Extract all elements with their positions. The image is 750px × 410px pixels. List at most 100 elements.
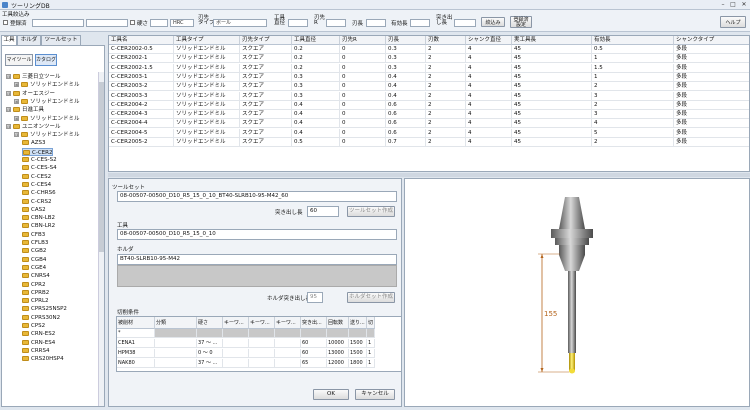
table-cell[interactable]: 0 xyxy=(340,82,386,92)
table-cell[interactable]: ソリッドエンドミル xyxy=(174,128,240,138)
holder-overhang-field[interactable]: 95 xyxy=(307,292,323,303)
table-cell[interactable]: ソリッドエンドミル xyxy=(174,82,240,92)
create-toolset-button[interactable]: ツールセット作成 xyxy=(347,206,395,217)
tree-node[interactable]: C-CES4 xyxy=(22,181,51,189)
expand-icon[interactable]: ⊞ xyxy=(14,115,19,121)
table-cell[interactable]: 0 xyxy=(340,119,386,129)
tree-node[interactable]: ⊞ ソリッドエンドミル xyxy=(14,81,80,89)
table-cell[interactable]: 45 xyxy=(512,110,592,120)
tree-node[interactable]: CFLB3 xyxy=(22,239,48,247)
tip-r-input[interactable] xyxy=(326,19,346,27)
table-cell[interactable]: 0.2 xyxy=(292,45,340,54)
table-cell[interactable]: スクエア xyxy=(240,119,292,129)
tree-node[interactable]: AZS3 xyxy=(22,139,46,147)
table-cell[interactable]: C-CER2003-2 xyxy=(109,82,174,92)
table-cell[interactable]: 0.4 xyxy=(292,100,340,110)
table-cell[interactable]: 0.5 xyxy=(292,138,340,147)
table-cell[interactable]: 3 xyxy=(592,110,674,120)
tree-node[interactable]: CPS2 xyxy=(22,322,45,330)
cut-table-cell[interactable] xyxy=(349,329,367,338)
column-header[interactable]: 有効長 xyxy=(592,36,674,45)
hardness-checkbox[interactable] xyxy=(130,20,135,25)
table-cell[interactable]: 2 xyxy=(426,54,466,64)
table-cell[interactable]: 0.3 xyxy=(386,54,426,64)
table-cell[interactable]: 2 xyxy=(426,45,466,54)
table-cell[interactable]: 0.3 xyxy=(292,91,340,101)
cut-table-cell[interactable]: 10000 xyxy=(327,339,349,348)
table-cell[interactable]: C-CER2005-2 xyxy=(109,138,174,147)
table-cell[interactable]: 2 xyxy=(426,119,466,129)
column-header[interactable]: 実工具長 xyxy=(512,36,592,45)
table-cell[interactable]: 1.5 xyxy=(592,63,674,73)
cut-table-cell[interactable] xyxy=(327,329,349,338)
table-cell[interactable]: C-CER2002-1.5 xyxy=(109,63,174,73)
my-tools-button[interactable]: マイツール xyxy=(5,54,33,66)
registered-select[interactable] xyxy=(32,19,84,27)
tree-node[interactable]: C-CES-S4 xyxy=(22,164,57,172)
table-cell[interactable]: C-CER2002-1 xyxy=(109,54,174,64)
tree-node[interactable]: CPRS25NSP2 xyxy=(22,305,67,313)
table-cell[interactable]: 4 xyxy=(466,138,512,147)
cut-table-cell[interactable] xyxy=(301,329,327,338)
table-cell[interactable]: 多段 xyxy=(674,129,749,138)
tree-node[interactable]: CGB4 xyxy=(22,256,46,264)
table-cell[interactable]: 0.3 xyxy=(386,45,426,54)
table-cell[interactable]: C-CER2004-4 xyxy=(109,119,174,129)
cut-table-cell[interactable] xyxy=(249,329,275,338)
table-cell[interactable]: 2 xyxy=(426,100,466,110)
cut-table-cell[interactable] xyxy=(249,339,275,348)
table-cell[interactable]: 2 xyxy=(592,100,674,110)
cut-table-cell[interactable]: 12000 xyxy=(327,359,349,368)
table-cell[interactable]: 4 xyxy=(592,119,674,129)
table-cell[interactable]: 45 xyxy=(512,128,592,138)
cut-table-cell[interactable]: 37 ～ ... xyxy=(197,339,223,348)
table-cell[interactable]: 多段 xyxy=(674,101,749,110)
tree-node[interactable]: CGE4 xyxy=(22,264,46,272)
expand-icon[interactable]: ⊟ xyxy=(6,90,11,96)
table-cell[interactable]: 0.6 xyxy=(386,128,426,138)
table-cell[interactable]: 45 xyxy=(512,54,592,64)
cut-table-cell[interactable] xyxy=(249,359,275,368)
cut-column-header[interactable]: 突き出... xyxy=(301,317,327,329)
table-cell[interactable]: 45 xyxy=(512,82,592,92)
hardness-unit-select[interactable]: HRC xyxy=(170,19,194,27)
table-cell[interactable]: 2 xyxy=(426,91,466,101)
table-cell[interactable]: 45 xyxy=(512,138,592,147)
table-cell[interactable]: 0.7 xyxy=(386,138,426,147)
table-cell[interactable]: 多段 xyxy=(674,64,749,73)
table-cell[interactable]: スクエア xyxy=(240,138,292,147)
column-header[interactable]: 刃数 xyxy=(426,36,466,45)
table-cell[interactable]: 0.6 xyxy=(386,110,426,120)
table-cell[interactable]: 2 xyxy=(426,128,466,138)
tree-node[interactable]: ⊞ ソリッドエンドミル xyxy=(14,98,80,106)
cut-table-cell[interactable]: 1 xyxy=(367,359,375,368)
tree-node[interactable]: ⊟ ユニオンツール xyxy=(6,123,61,131)
table-cell[interactable]: 多段 xyxy=(674,110,749,120)
table-cell[interactable]: 4 xyxy=(466,91,512,101)
overhang-input[interactable] xyxy=(454,19,476,27)
registered-checkbox[interactable] xyxy=(3,20,8,25)
table-cell[interactable]: スクエア xyxy=(240,82,292,92)
cut-table-cell[interactable] xyxy=(223,349,249,358)
table-cell[interactable]: 0 xyxy=(340,138,386,147)
cut-table-cell[interactable]: HPM38 xyxy=(117,349,155,358)
tree-node[interactable]: ⊟ オーエスジー xyxy=(6,90,55,98)
catalog-button[interactable]: カタログ xyxy=(35,54,57,66)
cut-table-cell[interactable] xyxy=(275,339,301,348)
table-cell[interactable]: 4 xyxy=(466,82,512,92)
table-cell[interactable]: 0.6 xyxy=(386,100,426,110)
cut-table-cell[interactable]: NAK80 xyxy=(117,359,155,368)
cut-table-cell[interactable]: 60 xyxy=(301,339,327,348)
table-cell[interactable]: 2 xyxy=(426,110,466,120)
table-cell[interactable]: 5 xyxy=(592,128,674,138)
cut-table-cell[interactable] xyxy=(223,329,249,338)
table-cell[interactable]: スクエア xyxy=(240,100,292,110)
column-header[interactable]: 工具名 xyxy=(109,36,174,45)
table-cell[interactable]: 45 xyxy=(512,63,592,73)
table-cell[interactable]: 3 xyxy=(592,91,674,101)
column-header[interactable]: シャンクタイプ xyxy=(674,36,749,45)
maximize-button[interactable]: □ xyxy=(728,1,738,9)
cut-column-header[interactable]: 送り... xyxy=(349,317,367,329)
tree-node[interactable]: ⊟ 日進工具 xyxy=(6,106,44,114)
cut-table-cell[interactable]: 1500 xyxy=(349,349,367,358)
